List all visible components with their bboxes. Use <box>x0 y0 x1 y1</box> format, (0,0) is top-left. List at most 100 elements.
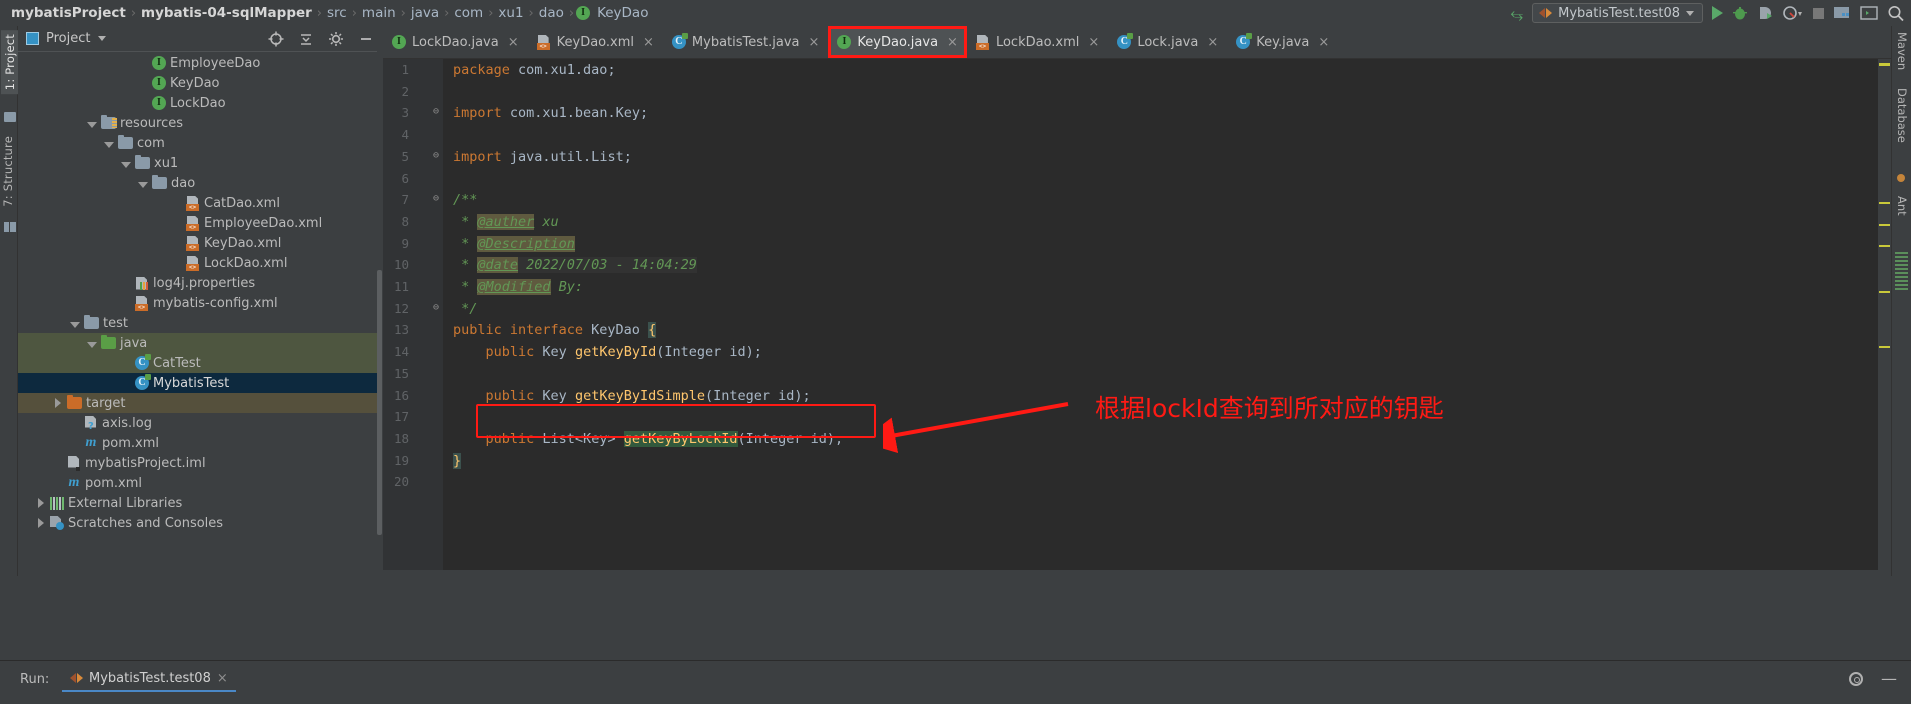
tree-item[interactable]: log4j.properties <box>18 273 382 293</box>
chevron-right-icon[interactable] <box>35 517 46 529</box>
breadcrumb-item[interactable]: java <box>408 5 442 21</box>
fold-toggle-icon[interactable]: ⊖ <box>433 302 439 313</box>
breadcrumb-item[interactable]: dao <box>536 5 567 21</box>
profiler-icon[interactable] <box>1782 5 1804 21</box>
tree-item[interactable]: Scratches and Consoles <box>18 513 382 533</box>
close-icon[interactable]: × <box>947 35 958 50</box>
breadcrumb-item[interactable]: xu1 <box>495 5 526 21</box>
run-button[interactable] <box>1712 6 1723 20</box>
fold-toggle-icon[interactable]: ⊖ <box>433 106 439 117</box>
editor-marker-bar[interactable] <box>1878 59 1891 570</box>
close-icon[interactable]: × <box>1207 35 1218 50</box>
tree-item[interactable]: m pom.xml <box>18 473 382 493</box>
search-icon[interactable] <box>1887 5 1905 22</box>
project-tree[interactable]: I EmployeeDao I KeyDao I LockDao resources com x… <box>18 53 382 546</box>
tree-item[interactable]: test <box>18 313 382 333</box>
debug-icon[interactable] <box>1732 5 1748 21</box>
warning-marker[interactable] <box>1879 245 1890 247</box>
tree-item[interactable]: resources <box>18 113 382 133</box>
editor-code-area[interactable]: package com.xu1.dao; import com.xu1.bean.… <box>443 59 1891 570</box>
build-icon[interactable]: ⥃ <box>1510 5 1523 22</box>
close-icon[interactable]: × <box>809 35 820 50</box>
tool-window-project[interactable]: 1: Project <box>1 30 19 95</box>
breadcrumb-item[interactable]: mybatisProject <box>8 5 129 21</box>
tree-item[interactable]: C MybatisTest <box>18 373 382 393</box>
editor-tab[interactable]: C Lock.java × <box>1108 26 1227 58</box>
editor-tab[interactable]: C Key.java × <box>1227 26 1338 58</box>
tree-item[interactable]: I KeyDao <box>18 73 382 93</box>
editor-tab-bar[interactable]: I LockDao.java × <> KeyDao.xml × C MybatisTest.… <box>383 26 1891 59</box>
run-with-coverage-icon[interactable] <box>1757 5 1773 21</box>
chevron-down-icon[interactable] <box>103 138 114 149</box>
chevron-down-icon[interactable] <box>69 318 80 329</box>
chevron-down-icon[interactable] <box>86 338 97 349</box>
editor-tab[interactable]: I LockDao.java × <box>383 26 528 58</box>
tree-item[interactable]: java <box>18 333 382 353</box>
fold-toggle-icon[interactable]: ⊖ <box>433 193 439 204</box>
breadcrumb-item[interactable]: com <box>451 5 486 21</box>
fold-toggle-icon[interactable]: ⊖ <box>433 150 439 161</box>
project-structure-icon[interactable] <box>1833 5 1851 21</box>
collapse-all-icon[interactable] <box>298 31 314 47</box>
chevron-right-icon[interactable] <box>35 497 46 509</box>
breadcrumb[interactable]: mybatisProject › mybatis-04-sqlMapper › src ›… <box>8 5 651 21</box>
tree-item[interactable]: I LockDao <box>18 93 382 113</box>
gear-icon[interactable] <box>1849 672 1863 686</box>
warning-marker[interactable] <box>1879 202 1890 204</box>
tool-window-structure[interactable]: 7: Structure <box>1 136 15 207</box>
warning-marker[interactable] <box>1879 291 1890 293</box>
tool-window-ant[interactable]: Ant <box>1895 196 1909 216</box>
editor-gutter[interactable]: 1 2 3 ⊖ 4 5 ⊖ 6 7 ⊖ 8 9 10 11 12 ⊖ 13 14 15 16 17 18 19 20 <box>383 59 443 570</box>
chevron-right-icon[interactable] <box>52 397 63 409</box>
hide-icon[interactable] <box>358 31 374 47</box>
tree-item[interactable]: <> LockDao.xml <box>18 253 382 273</box>
project-tree-scrollbar[interactable] <box>377 270 382 535</box>
chevron-down-icon[interactable] <box>1686 10 1694 16</box>
breadcrumb-item[interactable]: I KeyDao <box>576 5 651 21</box>
warning-marker[interactable] <box>1879 224 1890 226</box>
editor-tab[interactable]: I KeyDao.java × <box>828 26 967 58</box>
editor-tab[interactable]: <> LockDao.xml × <box>967 26 1108 58</box>
tree-item[interactable]: <> EmployeeDao.xml <box>18 213 382 233</box>
locate-icon[interactable] <box>268 31 284 47</box>
tree-item[interactable]: <> mybatis-config.xml <box>18 293 382 313</box>
run-configuration-selector[interactable]: MybatisTest.test08 <box>1532 3 1703 23</box>
tree-item[interactable]: I EmployeeDao <box>18 53 382 73</box>
close-icon[interactable]: × <box>643 35 654 50</box>
breadcrumb-item[interactable]: mybatis-04-sqlMapper <box>138 5 315 21</box>
tree-item[interactable]: target <box>18 393 382 413</box>
tree-item[interactable]: <> KeyDao.xml <box>18 233 382 253</box>
terminal-icon[interactable] <box>1860 5 1878 21</box>
code-editor[interactable]: 1 2 3 ⊖ 4 5 ⊖ 6 7 ⊖ 8 9 10 11 12 ⊖ 13 14 15 16 17 18 19 20 pack… <box>383 59 1891 570</box>
chevron-down-icon[interactable] <box>137 178 148 189</box>
tree-item-label: resources <box>120 115 184 131</box>
editor-tab[interactable]: C MybatisTest.java × <box>663 26 829 58</box>
close-icon[interactable]: × <box>508 35 519 50</box>
gear-icon[interactable] <box>328 31 344 47</box>
tool-window-maven[interactable]: Maven <box>1895 32 1909 70</box>
tree-item[interactable]: ? axis.log <box>18 413 382 433</box>
project-view-chevron-down-icon[interactable] <box>98 36 107 41</box>
breadcrumb-item[interactable]: main <box>359 5 399 21</box>
minimize-icon[interactable]: — <box>1881 671 1897 687</box>
tree-item[interactable]: com <box>18 133 382 153</box>
tree-item[interactable]: dao <box>18 173 382 193</box>
close-icon[interactable]: × <box>217 671 228 686</box>
tool-window-database[interactable]: Database <box>1895 88 1909 143</box>
breadcrumb-item[interactable]: src <box>324 5 350 21</box>
close-icon[interactable]: × <box>1088 35 1099 50</box>
tree-item[interactable]: External Libraries <box>18 493 382 513</box>
tree-item[interactable]: <> CatDao.xml <box>18 193 382 213</box>
tree-item[interactable]: m pom.xml <box>18 433 382 453</box>
warning-marker[interactable] <box>1879 63 1890 66</box>
stop-icon[interactable] <box>1813 7 1824 19</box>
editor-tab[interactable]: <> KeyDao.xml × <box>528 26 663 58</box>
close-icon[interactable]: × <box>1318 35 1329 50</box>
chevron-down-icon[interactable] <box>120 158 131 169</box>
tree-item[interactable]: xu1 <box>18 153 382 173</box>
tree-item[interactable]: C CatTest <box>18 353 382 373</box>
tree-item[interactable]: mybatisProject.iml <box>18 453 382 473</box>
chevron-down-icon[interactable] <box>86 118 97 129</box>
warning-marker[interactable] <box>1879 346 1890 348</box>
run-tab[interactable]: MybatisTest.test08 × <box>62 666 236 692</box>
